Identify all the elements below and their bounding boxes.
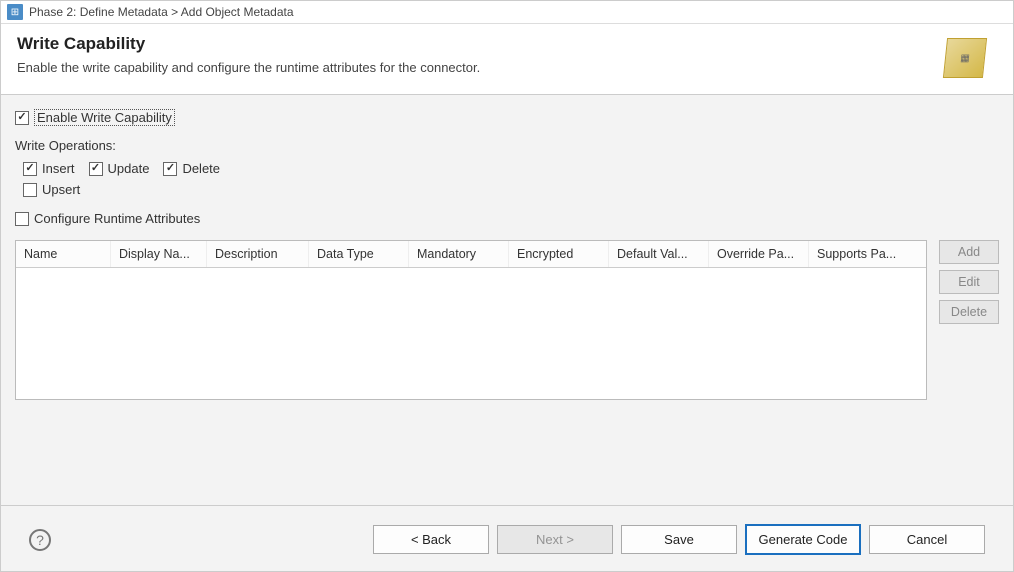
update-checkbox[interactable] bbox=[89, 162, 103, 176]
cancel-button[interactable]: Cancel bbox=[869, 525, 985, 554]
next-button: Next > bbox=[497, 525, 613, 554]
col-default[interactable]: Default Val... bbox=[609, 241, 709, 267]
delete-label: Delete bbox=[182, 161, 220, 176]
delete-checkbox[interactable] bbox=[163, 162, 177, 176]
configure-attributes-checkbox[interactable] bbox=[15, 212, 29, 226]
col-display[interactable]: Display Na... bbox=[111, 241, 207, 267]
breadcrumb: Phase 2: Define Metadata > Add Object Me… bbox=[29, 5, 294, 19]
help-icon[interactable]: ? bbox=[29, 529, 51, 551]
upsert-label: Upsert bbox=[42, 182, 80, 197]
col-encrypted[interactable]: Encrypted bbox=[509, 241, 609, 267]
attributes-table: Name Display Na... Description Data Type… bbox=[15, 240, 927, 400]
write-operations-label: Write Operations: bbox=[15, 138, 999, 153]
col-description[interactable]: Description bbox=[207, 241, 309, 267]
delete-button[interactable]: Delete bbox=[939, 300, 999, 324]
enable-write-label: Enable Write Capability bbox=[34, 109, 175, 126]
add-button[interactable]: Add bbox=[939, 240, 999, 264]
col-mandatory[interactable]: Mandatory bbox=[409, 241, 509, 267]
insert-checkbox[interactable] bbox=[23, 162, 37, 176]
col-supports[interactable]: Supports Pa... bbox=[809, 241, 926, 267]
upsert-row[interactable]: Upsert bbox=[23, 182, 80, 197]
generate-button[interactable]: Generate Code bbox=[745, 524, 861, 555]
back-button[interactable]: < Back bbox=[373, 525, 489, 554]
header: Write Capability Enable the write capabi… bbox=[1, 24, 1013, 95]
table-body bbox=[16, 268, 926, 399]
titlebar: ⊞ Phase 2: Define Metadata > Add Object … bbox=[1, 1, 1013, 24]
insert-label: Insert bbox=[42, 161, 75, 176]
enable-write-checkbox[interactable] bbox=[15, 111, 29, 125]
upsert-checkbox[interactable] bbox=[23, 183, 37, 197]
col-name[interactable]: Name bbox=[16, 241, 111, 267]
configure-attributes-row[interactable]: Configure Runtime Attributes bbox=[15, 211, 999, 226]
col-override[interactable]: Override Pa... bbox=[709, 241, 809, 267]
insert-row[interactable]: Insert bbox=[23, 161, 75, 176]
update-row[interactable]: Update bbox=[89, 161, 150, 176]
page-title: Write Capability bbox=[17, 34, 480, 54]
enable-write-row[interactable]: Enable Write Capability bbox=[15, 109, 999, 126]
table-header: Name Display Na... Description Data Type… bbox=[16, 241, 926, 268]
update-label: Update bbox=[108, 161, 150, 176]
col-datatype[interactable]: Data Type bbox=[309, 241, 409, 267]
wizard-icon: ▦ bbox=[943, 38, 987, 78]
edit-button[interactable]: Edit bbox=[939, 270, 999, 294]
configure-attributes-label: Configure Runtime Attributes bbox=[34, 211, 200, 226]
save-button[interactable]: Save bbox=[621, 525, 737, 554]
delete-row[interactable]: Delete bbox=[163, 161, 220, 176]
app-icon: ⊞ bbox=[7, 4, 23, 20]
page-subtitle: Enable the write capability and configur… bbox=[17, 60, 480, 75]
